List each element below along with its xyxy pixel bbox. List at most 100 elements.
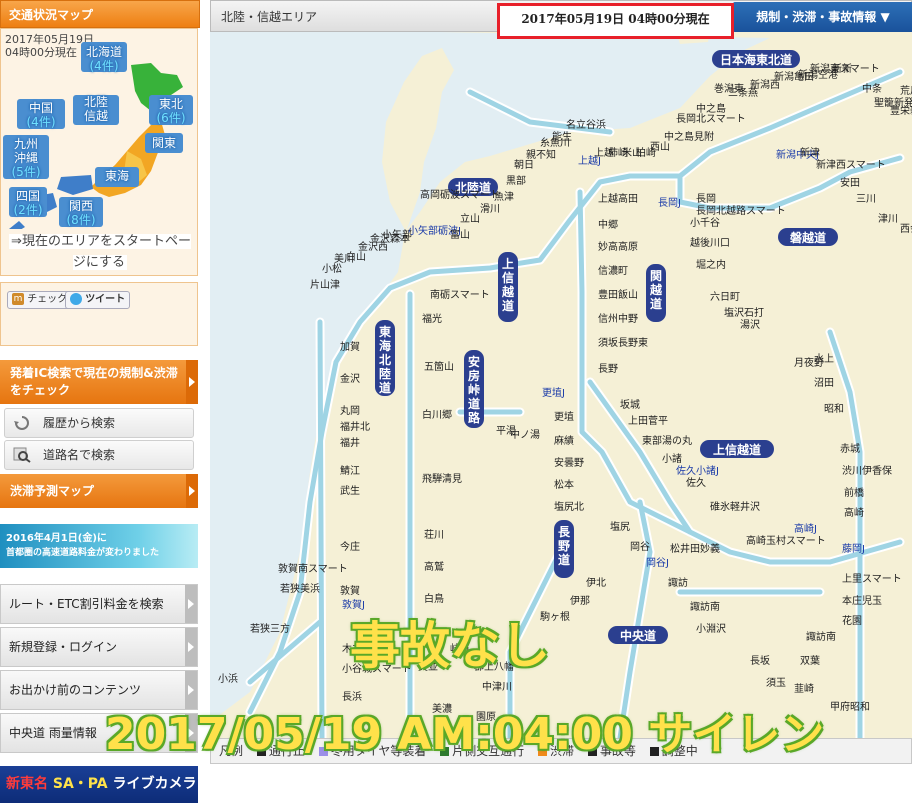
tweet-button[interactable]: ツイート <box>65 291 131 309</box>
svg-text:津川: 津川 <box>878 213 898 225</box>
svg-text:更埴J: 更埴J <box>542 386 565 399</box>
svg-text:塩沢石打: 塩沢石打 <box>724 306 764 319</box>
status-overlay-text: 事故なし <box>350 617 550 675</box>
svg-text:諏訪南: 諏訪南 <box>690 600 720 613</box>
region-tokai[interactable]: 東海 <box>95 169 139 183</box>
region-hokuriku-shinetsu[interactable]: 北陸信越 <box>73 95 119 123</box>
mixi-check-icon: m <box>12 293 24 305</box>
svg-text:中之島: 中之島 <box>696 102 726 115</box>
svg-text:湯沢: 湯沢 <box>740 318 760 331</box>
svg-text:長坂: 長坂 <box>750 655 770 667</box>
svg-text:福井北: 福井北 <box>340 420 370 433</box>
chevron-right-icon <box>186 474 198 508</box>
ic-search-header[interactable]: 発着IC検索で現在の規制&渋滞をチェック <box>0 360 198 404</box>
svg-text:長岡J: 長岡J <box>658 197 681 209</box>
page-root: 交通状況マップ 2017年05月19日 04時00分現在 北海道 (4件) 北陸… <box>0 0 912 803</box>
svg-text:飛騨清見: 飛騨清見 <box>422 472 462 485</box>
svg-text:中津川: 中津川 <box>482 680 512 693</box>
region-chugoku[interactable]: 中国 (4件) <box>17 101 65 129</box>
svg-text:小諸: 小諸 <box>662 452 682 465</box>
live-camera-banner[interactable]: 新東名 SA・PA ライブカメラ <box>0 766 198 803</box>
region-hokkaido[interactable]: 北海道 (4件) <box>81 45 127 73</box>
svg-text:福井: 福井 <box>340 436 360 449</box>
svg-text:新津西スマート: 新津西スマート <box>816 158 886 171</box>
svg-text:須坂長野東: 須坂長野東 <box>598 336 648 349</box>
register-login-button[interactable]: 新規登録・ログイン <box>0 627 198 667</box>
area-selector: 2017年05月19日 04時00分現在 北海道 (4件) 北陸信越 中国 (4… <box>0 28 198 276</box>
svg-text:富山: 富山 <box>450 228 470 241</box>
chevron-right-icon <box>185 585 197 623</box>
svg-text:高岡砺波スマート: 高岡砺波スマート <box>420 188 500 201</box>
svg-text:信州中野: 信州中野 <box>598 312 638 325</box>
road-label-joshinetsu: 上信越道 <box>713 442 761 457</box>
svg-text:魚津: 魚津 <box>494 190 514 203</box>
svg-text:越後川口: 越後川口 <box>690 236 730 249</box>
svg-text:松井田妙義: 松井田妙義 <box>670 542 720 555</box>
svg-text:若狭美浜: 若狭美浜 <box>280 582 320 595</box>
svg-text:名立谷浜: 名立谷浜 <box>566 118 606 131</box>
region-shikoku[interactable]: 四国 (2件) <box>9 189 47 217</box>
svg-text:新津: 新津 <box>800 146 820 159</box>
svg-text:長野: 長野 <box>598 363 618 375</box>
svg-text:堀之内: 堀之内 <box>696 258 726 271</box>
svg-text:双葉: 双葉 <box>800 654 820 667</box>
region-kansai[interactable]: 関西 (8件) <box>59 199 103 227</box>
svg-text:白鳥: 白鳥 <box>424 592 444 605</box>
road-name-search-button[interactable]: 道路名で検索 <box>4 440 194 470</box>
svg-text:信濃町: 信濃町 <box>598 264 628 277</box>
svg-text:渋川伊香保: 渋川伊香保 <box>842 464 892 477</box>
chevron-right-icon <box>185 628 197 666</box>
svg-text:諏訪南: 諏訪南 <box>806 630 836 643</box>
road-label-kanetsu: 関越道 <box>649 269 663 311</box>
svg-text:中之島見附: 中之島見附 <box>664 130 714 143</box>
region-kyushu-okinawa[interactable]: 九州沖縄 (5件) <box>3 137 49 179</box>
check-button[interactable]: m チェック <box>7 291 73 309</box>
svg-text:荒川胎内: 荒川胎内 <box>900 84 912 97</box>
svg-text:小浜: 小浜 <box>218 673 238 685</box>
svg-text:中郷: 中郷 <box>598 218 618 231</box>
caption-overlay-text: 2017/05/19 AM:04:00 サイレン <box>105 709 825 760</box>
regulation-info-dropdown[interactable]: 規制・渋滞・事故情報 ▼ <box>733 2 912 32</box>
history-search-button[interactable]: 履歴から検索 <box>4 408 194 438</box>
svg-text:豊栄新潟東港: 豊栄新潟東港 <box>890 104 912 117</box>
chevron-right-icon <box>186 360 198 404</box>
region-kanto[interactable]: 関東 <box>145 136 183 150</box>
svg-text:敦賀: 敦賀 <box>340 584 360 597</box>
svg-text:小淵沢: 小淵沢 <box>696 622 726 635</box>
svg-text:武生: 武生 <box>340 484 360 497</box>
twitter-bird-icon <box>70 293 82 305</box>
road-map[interactable]: 日本海東北道 北陸道 磐越道 関越道 上信越道 上信越道 東海北陸道 安房峠道路… <box>210 32 912 738</box>
svg-text:甲府昭和: 甲府昭和 <box>830 700 870 713</box>
svg-text:福光: 福光 <box>422 312 442 325</box>
svg-text:白川郷: 白川郷 <box>422 408 452 421</box>
road-label-nagano: 長野道 <box>558 524 571 567</box>
route-etc-search-button[interactable]: ルート・ETC割引料金を検索 <box>0 584 198 624</box>
svg-text:五箇山: 五箇山 <box>424 360 454 373</box>
svg-text:豊田飯山: 豊田飯山 <box>598 288 638 301</box>
region-tohoku[interactable]: 東北 (6件) <box>149 97 193 125</box>
svg-text:岡谷J: 岡谷J <box>646 557 669 569</box>
svg-text:上田菅平: 上田菅平 <box>628 415 668 427</box>
jam-forecast-map-button[interactable]: 渋滞予測マップ <box>0 474 198 508</box>
svg-text:長岡: 長岡 <box>696 193 716 205</box>
svg-text:長岡北越路スマート: 長岡北越路スマート <box>696 204 786 217</box>
svg-text:碓氷軽井沢: 碓氷軽井沢 <box>710 500 760 513</box>
svg-text:能生: 能生 <box>552 130 572 143</box>
set-start-page-link[interactable]: ⇒現在のエリアをスタートページにする <box>7 231 193 273</box>
svg-text:南砺スマート: 南砺スマート <box>430 288 490 301</box>
svg-text:妙高高原: 妙高高原 <box>598 240 638 253</box>
svg-text:岡谷: 岡谷 <box>630 541 650 553</box>
road-label-nihonkai-tohoku: 日本海東北道 <box>720 52 792 67</box>
svg-text:安田: 安田 <box>840 176 860 189</box>
toll-change-banner[interactable]: 2016年4月1日(金)に 首都圏の高速道路料金が変わりました <box>0 524 198 568</box>
svg-text:麻績: 麻績 <box>554 434 574 447</box>
svg-text:上越高田: 上越高田 <box>598 192 638 205</box>
svg-text:藤岡J: 藤岡J <box>842 543 865 555</box>
svg-text:佐久: 佐久 <box>686 477 706 489</box>
svg-text:荘川: 荘川 <box>424 529 444 541</box>
svg-text:親不知: 親不知 <box>526 148 556 161</box>
svg-text:西会津: 西会津 <box>900 222 912 235</box>
svg-text:中条: 中条 <box>862 82 882 95</box>
svg-text:立山: 立山 <box>460 212 480 225</box>
svg-text:沼田: 沼田 <box>814 376 834 389</box>
